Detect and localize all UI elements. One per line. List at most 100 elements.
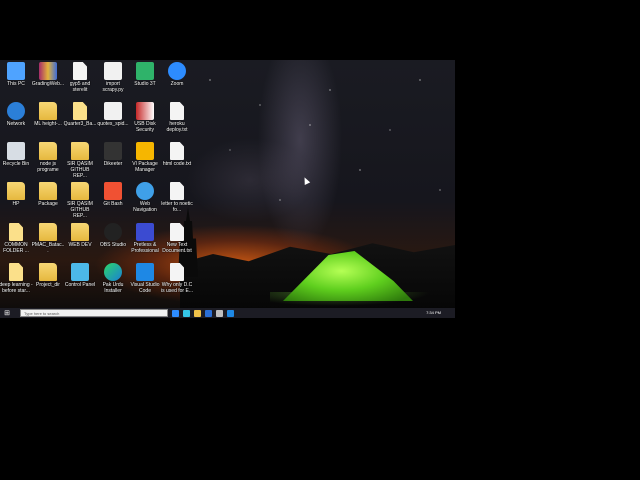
folder-icon xyxy=(39,102,57,120)
desktop-icon[interactable]: Control Panel xyxy=(64,263,96,288)
desktop-icon-label: ML height-... xyxy=(34,121,62,127)
pc-icon xyxy=(7,62,25,80)
desktop-icon-label: Zoom xyxy=(170,81,184,87)
desktop-icon-label: HP xyxy=(12,201,20,207)
desktop-icon-label: GradingWeb... xyxy=(31,81,65,87)
text-document-icon xyxy=(170,142,184,160)
desktop-icon-label: gyp5 and sterelit xyxy=(69,81,91,93)
python-file-icon xyxy=(104,62,122,80)
taskbar-app-icon[interactable] xyxy=(172,309,179,317)
desktop-icon-label: deep learning - before star... xyxy=(0,282,33,294)
desktop-icon-label: SIR QASIM GITHUB REP... xyxy=(67,201,93,219)
desktop-icon[interactable]: heroku deploy.txt xyxy=(161,102,193,133)
desktop-icon[interactable]: Pak Urdu Installer xyxy=(97,263,129,294)
desktop-icon[interactable]: This PC xyxy=(0,62,32,87)
desktop-icon[interactable]: PMAC_Batac... xyxy=(32,223,64,254)
folder-icon xyxy=(71,223,89,241)
desktop-icon[interactable]: OBS Studio xyxy=(97,223,129,248)
desktop-icon-label: import scrapy.py xyxy=(102,81,124,93)
desktop-icon-label: node js programe xyxy=(37,161,59,173)
app-icon xyxy=(136,223,154,241)
desktop-icon-label: Pretless & Professional xyxy=(131,242,159,254)
taskbar-app-icon[interactable] xyxy=(183,309,190,317)
desktop-icon[interactable]: Zoom xyxy=(161,62,193,87)
taskbar-clock[interactable]: 7:34 PM xyxy=(426,311,455,315)
taskbar: ⊞ Type here to search 7:34 PM xyxy=(0,308,455,318)
desktop-icon-label: heroku deploy.txt xyxy=(166,121,188,133)
folder-icon xyxy=(71,142,89,160)
desktop-icon-label: Git Bash xyxy=(103,201,123,207)
desktop-icon[interactable]: quotes_spid... xyxy=(97,102,129,127)
desktop-icon[interactable]: Studio 3T xyxy=(129,62,161,87)
desktop-icon-label: WEB DEV xyxy=(68,242,92,248)
desktop-icon[interactable]: HP xyxy=(0,182,32,207)
document-icon xyxy=(73,102,87,120)
edge-icon xyxy=(104,263,122,281)
desktop-icon-label: letter to noetic fo... xyxy=(161,201,193,213)
start-button[interactable]: ⊞ xyxy=(0,308,14,318)
desktop-icon-label: OBS Studio xyxy=(99,242,127,248)
desktop-icon[interactable]: Dikeeter xyxy=(97,142,129,167)
desktop-icon[interactable]: Why only D.C is used for E... xyxy=(161,263,193,294)
desktop-icon-label: Dikeeter xyxy=(103,161,123,167)
folder-icon xyxy=(9,263,23,281)
desktop-icon[interactable]: SIR QASIM GITHUB REP... xyxy=(64,182,96,219)
text-document-icon xyxy=(170,102,184,120)
desktop-icon[interactable]: GradingWeb... xyxy=(32,62,64,87)
search-input[interactable]: Type here to search xyxy=(20,309,168,317)
desktop-icon[interactable]: Git Bash xyxy=(97,182,129,207)
taskbar-app-icon[interactable] xyxy=(205,309,212,317)
desktop-icon[interactable]: import scrapy.py xyxy=(97,62,129,93)
desktop-icon[interactable]: Package xyxy=(32,182,64,207)
app-icon xyxy=(104,142,122,160)
desktop-icon[interactable]: Quarter3_Ba... xyxy=(64,102,96,127)
taskbar-app-icon[interactable] xyxy=(216,309,223,317)
desktop-icon-label: Control Panel xyxy=(64,282,96,288)
text-document-icon xyxy=(73,62,87,80)
desktop-screen: This PC GradingWeb... gyp5 and sterelit imp… xyxy=(0,60,455,317)
desktop-icon[interactable]: gyp5 and sterelit xyxy=(64,62,96,93)
globe-icon xyxy=(136,182,154,200)
desktop-icon-label: Why only D.C is used for E... xyxy=(161,282,193,294)
text-document-icon xyxy=(170,182,184,200)
desktop-icon[interactable]: node js programe xyxy=(32,142,64,173)
desktop-icon[interactable]: deep learning - before star... xyxy=(0,263,33,294)
git-bash-icon xyxy=(104,182,122,200)
desktop-icon[interactable]: New Text Document.txt xyxy=(161,223,193,254)
desktop-icon[interactable]: WEB DEV xyxy=(64,223,96,248)
desktop-icon[interactable]: Pretless & Professional xyxy=(129,223,161,254)
desktop-icon[interactable]: USB Disk Security xyxy=(129,102,161,133)
desktop-icon[interactable]: VI Package Manager xyxy=(129,142,161,173)
desktop-icon-label: Quarter3_Ba... xyxy=(63,121,97,127)
desktop-icon-label: New Text Document.txt xyxy=(162,242,192,254)
desktop-icon-label: Pak Urdu Installer xyxy=(102,282,124,294)
desktop-icon[interactable]: Web Navigation xyxy=(129,182,161,213)
desktop-icon[interactable]: Network xyxy=(0,102,32,127)
desktop-icon[interactable]: Recycle Bin xyxy=(0,142,32,167)
folder-icon xyxy=(71,182,89,200)
desktop-icon[interactable]: SIR QASIM GITHUB REP... xyxy=(64,142,96,179)
folder-icon xyxy=(39,182,57,200)
desktop-icon[interactable]: ML height-... xyxy=(32,102,64,127)
folder-icon xyxy=(39,142,57,160)
desktop-icon-label: Network xyxy=(6,121,26,127)
desktop-icon-label: Visual Studio Code xyxy=(130,282,160,294)
winrar-archive-icon xyxy=(39,62,57,80)
desktop-icon-label: VI Package Manager xyxy=(132,161,158,173)
desktop-icon-label: SIR QASIM GITHUB REP... xyxy=(67,161,93,179)
desktop-icon-label: Studio 3T xyxy=(134,81,156,87)
taskbar-vscode-icon[interactable] xyxy=(227,309,234,317)
studio3t-icon xyxy=(136,62,154,80)
desktop-icon-label: Web Navigation xyxy=(133,201,157,213)
taskbar-folder-icon[interactable] xyxy=(194,309,201,317)
vscode-icon xyxy=(136,263,154,281)
zoom-icon xyxy=(168,62,186,80)
desktop-icon-label: html code.txt xyxy=(162,161,192,167)
desktop-icon[interactable]: COMMON FOLDER ... xyxy=(0,223,32,254)
desktop-icon[interactable]: Visual Studio Code xyxy=(129,263,161,294)
shield-icon xyxy=(136,102,154,120)
desktop-icon[interactable]: Project_dir xyxy=(32,263,64,288)
vi-package-icon xyxy=(136,142,154,160)
desktop-icon[interactable]: html code.txt xyxy=(161,142,193,167)
desktop-icon[interactable]: letter to noetic fo... xyxy=(161,182,193,213)
